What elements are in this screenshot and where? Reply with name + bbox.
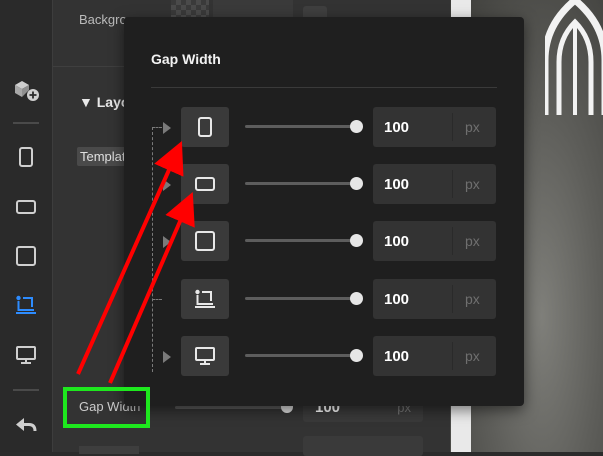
link-arrow-icon xyxy=(163,122,171,134)
gap-slider-track[interactable] xyxy=(245,297,357,300)
phone-landscape-icon xyxy=(16,200,36,214)
device-button[interactable] xyxy=(181,279,229,319)
next-row-input[interactable] xyxy=(303,436,423,456)
device-desktop-button[interactable] xyxy=(8,338,44,372)
desktop-icon xyxy=(195,347,215,365)
tablet-icon xyxy=(195,231,215,251)
layout-section-heading[interactable]: ▼ Layo xyxy=(79,94,129,110)
input-separator xyxy=(452,170,453,198)
arch-logo-icon xyxy=(545,0,603,115)
device-toolbar xyxy=(0,0,52,452)
gap-slider-handle[interactable] xyxy=(350,177,363,190)
device-button[interactable] xyxy=(181,107,229,147)
gap-unit: px xyxy=(465,348,480,364)
device-row-laptop: 100 px xyxy=(124,279,524,321)
toolbar-divider xyxy=(13,389,39,391)
input-separator xyxy=(452,342,453,370)
tablet-icon xyxy=(16,246,36,266)
popup-divider xyxy=(151,87,497,88)
gap-slider-track[interactable] xyxy=(245,239,357,242)
device-row-desktop: 100 px xyxy=(124,336,524,378)
link-arrow-icon xyxy=(163,236,171,248)
phone-portrait-icon xyxy=(198,117,212,137)
device-phone-landscape-button[interactable] xyxy=(8,190,44,224)
gap-value-input[interactable]: 100 px xyxy=(373,107,496,147)
template-chip[interactable]: Templat xyxy=(77,147,129,166)
input-separator xyxy=(452,113,453,141)
gap-slider-handle[interactable] xyxy=(350,234,363,247)
undo-icon xyxy=(16,418,37,432)
gap-value-input[interactable]: 100 px xyxy=(373,279,496,319)
device-row-phone-portrait: 100 px xyxy=(124,107,524,149)
gap-value: 100 xyxy=(384,348,410,365)
gap-width-slider-track[interactable] xyxy=(175,406,287,409)
desktop-icon xyxy=(16,346,36,364)
device-phone-portrait-button[interactable] xyxy=(8,140,44,174)
device-button[interactable] xyxy=(181,336,229,376)
popup-title: Gap Width xyxy=(151,51,221,67)
device-button[interactable] xyxy=(181,221,229,261)
device-button[interactable] xyxy=(181,164,229,204)
link-connector xyxy=(152,299,162,300)
gap-slider-track[interactable] xyxy=(245,125,357,128)
gap-value: 100 xyxy=(384,176,410,193)
laptop-icon xyxy=(195,289,215,308)
gap-value-input[interactable]: 100 px xyxy=(373,221,496,261)
device-laptop-button[interactable] xyxy=(8,288,44,322)
input-separator xyxy=(452,227,453,255)
link-arrow-icon xyxy=(163,351,171,363)
device-tablet-button[interactable] xyxy=(8,239,44,273)
device-row-phone-landscape: 100 px xyxy=(124,164,524,206)
gap-value: 100 xyxy=(384,291,410,308)
link-connector xyxy=(152,127,162,128)
gap-slider-handle[interactable] xyxy=(350,120,363,133)
gap-unit: px xyxy=(465,291,480,307)
undo-button[interactable] xyxy=(8,408,44,442)
gap-value: 100 xyxy=(384,233,410,250)
phone-landscape-icon xyxy=(195,177,215,191)
add-block-icon xyxy=(15,81,39,101)
highlight-box xyxy=(63,387,150,428)
background-label: Backgro xyxy=(79,12,127,27)
phone-portrait-icon xyxy=(19,147,33,167)
gap-value: 100 xyxy=(384,119,410,136)
link-arrow-icon xyxy=(163,179,171,191)
gap-value-input[interactable]: 100 px xyxy=(373,164,496,204)
toolbar-divider xyxy=(13,122,39,124)
gap-slider-track[interactable] xyxy=(245,354,357,357)
add-block-button[interactable] xyxy=(8,72,44,106)
gap-unit: px xyxy=(465,119,480,135)
gap-slider-handle[interactable] xyxy=(350,292,363,305)
device-row-tablet: 100 px xyxy=(124,221,524,263)
gap-unit: px xyxy=(465,176,480,192)
laptop-icon xyxy=(16,295,36,314)
gap-slider-handle[interactable] xyxy=(350,349,363,362)
next-row-label xyxy=(79,446,139,454)
gap-slider-track[interactable] xyxy=(245,182,357,185)
input-separator xyxy=(452,285,453,313)
gap-unit: px xyxy=(465,233,480,249)
gap-width-popup: Gap Width 100 px 100 px 100 px 100 px 10… xyxy=(124,17,524,406)
gap-value-input[interactable]: 100 px xyxy=(373,336,496,376)
